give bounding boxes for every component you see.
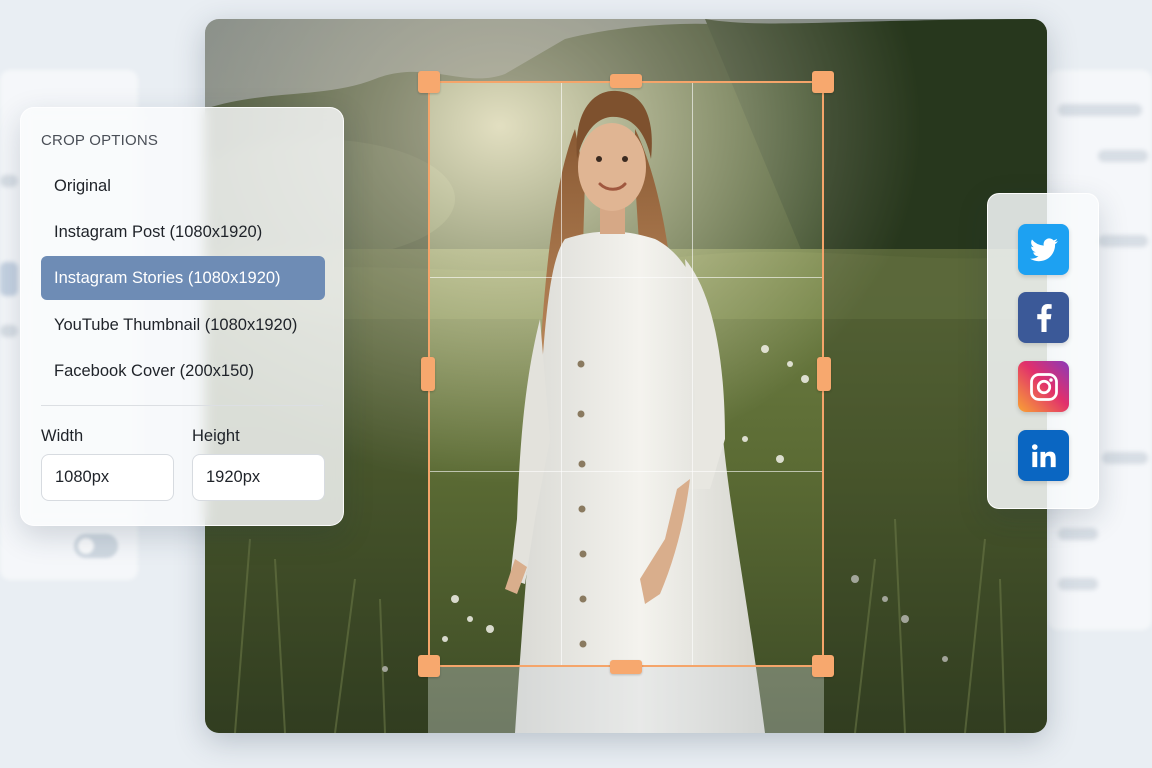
crop-handle-right[interactable] [817, 357, 831, 391]
crop-option-instagram-post[interactable]: Instagram Post (1080x1920) [41, 210, 325, 254]
panel-divider [41, 405, 323, 406]
crop-handle-left[interactable] [421, 357, 435, 391]
crop-grid-line [430, 471, 822, 472]
crop-handle-bottom-left[interactable] [418, 655, 440, 677]
instagram-camera-icon [1029, 372, 1058, 401]
crop-frame[interactable] [428, 81, 824, 667]
crop-grid-line [692, 83, 693, 665]
width-label: Width [41, 427, 84, 445]
background-line [0, 262, 18, 296]
crop-handle-top-left[interactable] [418, 71, 440, 93]
crop-grid-line [430, 277, 822, 278]
crop-handle-bottom-right[interactable] [812, 655, 834, 677]
twitter-bird-icon [1029, 237, 1058, 261]
crop-mask-bottom [428, 667, 824, 733]
crop-handle-top[interactable] [610, 74, 642, 88]
social-share-panel [987, 193, 1099, 509]
background-toggle [74, 534, 118, 558]
crop-options-title: CROP OPTIONS [41, 132, 159, 149]
background-line [1102, 452, 1148, 464]
facebook-share-button[interactable] [1018, 292, 1069, 343]
width-input[interactable] [41, 454, 174, 501]
crop-options-panel: CROP OPTIONS Original Instagram Post (10… [20, 107, 344, 526]
background-line [1058, 104, 1142, 116]
twitter-share-button[interactable] [1018, 224, 1069, 275]
crop-option-instagram-stories[interactable]: Instagram Stories (1080x1920) [41, 256, 325, 300]
background-line [0, 325, 18, 337]
linkedin-share-button[interactable] [1018, 430, 1069, 481]
background-line [1058, 528, 1098, 540]
crop-mask-top [428, 19, 824, 81]
crop-option-youtube-thumbnail[interactable]: YouTube Thumbnail (1080x1920) [41, 303, 325, 347]
background-line [1098, 150, 1148, 162]
background-line [0, 175, 18, 187]
linkedin-in-icon [1031, 443, 1056, 467]
crop-option-facebook-cover[interactable]: Facebook Cover (200x150) [41, 349, 325, 393]
crop-handle-top-right[interactable] [812, 71, 834, 93]
crop-option-original[interactable]: Original [41, 164, 325, 208]
crop-grid-line [561, 83, 562, 665]
height-input[interactable] [192, 454, 325, 501]
crop-handle-bottom[interactable] [610, 660, 642, 674]
height-label: Height [192, 427, 240, 445]
background-line [1058, 578, 1098, 590]
instagram-share-button[interactable] [1018, 361, 1069, 412]
background-line [1098, 235, 1148, 247]
facebook-f-icon [1036, 303, 1052, 332]
